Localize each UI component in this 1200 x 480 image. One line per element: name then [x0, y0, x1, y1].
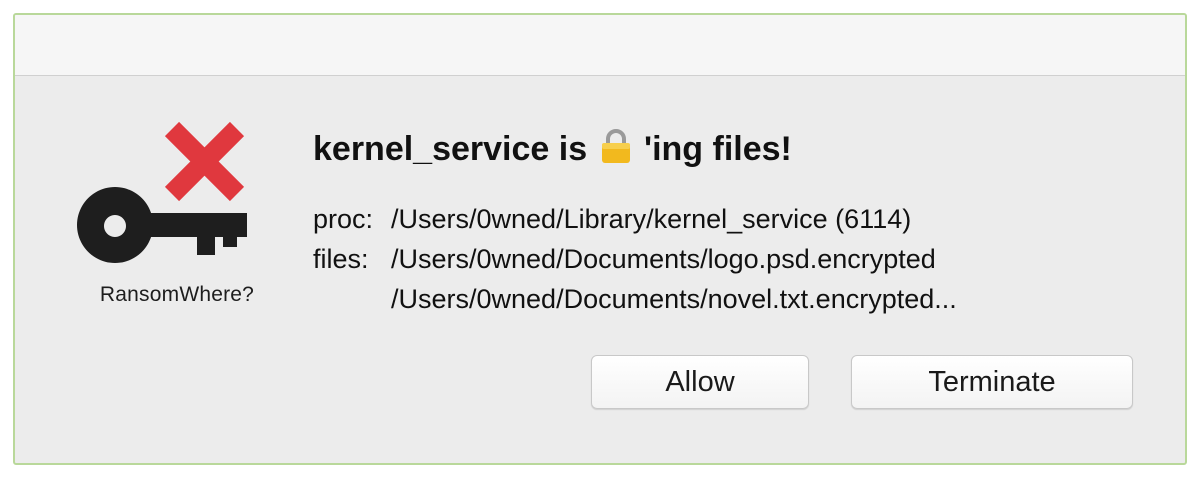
allow-button[interactable]: Allow	[591, 355, 809, 409]
app-logo: RansomWhere?	[77, 115, 277, 315]
x-mark-icon	[164, 121, 245, 202]
alert-title-suffix: 'ing files!	[634, 130, 792, 168]
file-path: /Users/0wned/Documents/logo.psd.encrypte…	[391, 244, 936, 274]
key-with-x-icon	[77, 121, 247, 263]
key-icon	[77, 187, 247, 263]
files-label: files:	[313, 244, 369, 274]
files-row: files: /Users/0wned/Documents/logo.psd.en…	[313, 239, 957, 279]
window-titlebar[interactable]	[15, 15, 1185, 76]
proc-value: /Users/0wned/Library/kernel_service (611…	[391, 204, 912, 234]
proc-label: proc:	[313, 204, 374, 234]
lock-icon	[599, 128, 633, 173]
alert-title-process: kernel_service is	[313, 130, 597, 168]
alert-details: proc: /Users/0wned/Library/kernel_service…	[313, 199, 957, 319]
proc-row: proc: /Users/0wned/Library/kernel_service…	[313, 199, 957, 239]
app-name: RansomWhere?	[99, 283, 255, 306]
file-path: /Users/0wned/Documents/novel.txt.encrypt…	[391, 284, 957, 314]
files-row-continued: /Users/0wned/Documents/novel.txt.encrypt…	[313, 279, 957, 319]
terminate-button[interactable]: Terminate	[851, 355, 1133, 409]
alert-title: kernel_service is 'ing files!	[313, 128, 792, 173]
alert-dialog: RansomWhere? kernel_service is 'ing file…	[13, 13, 1187, 465]
